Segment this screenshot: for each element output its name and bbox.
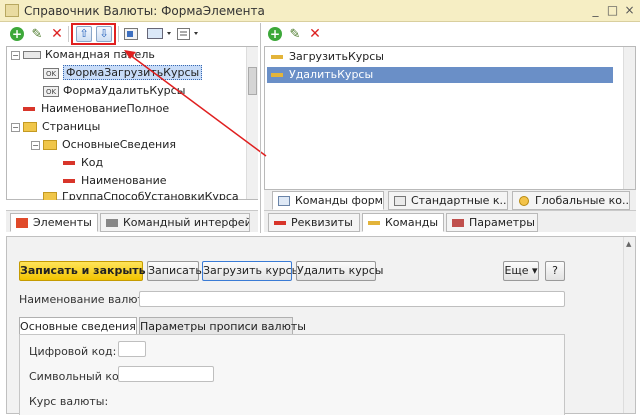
save-button[interactable]: Записать <box>147 261 202 281</box>
help-button[interactable]: ? <box>545 261 565 281</box>
currency-name-label: Наименование валюты: <box>19 293 157 306</box>
digit-code-label: Цифровой код: <box>29 345 117 358</box>
pane-divider[interactable] <box>260 23 261 233</box>
digit-code-input[interactable] <box>118 341 146 357</box>
save-and-close-button[interactable]: Записать и закрыть <box>19 261 146 281</box>
chevron-down-icon: ▾ <box>528 264 538 277</box>
symbol-code-label: Символьный код: <box>29 370 131 383</box>
load-rates-button[interactable]: Загрузить курсы <box>202 261 300 281</box>
tab-main-info[interactable]: Основные сведения <box>19 317 137 335</box>
currency-name-input[interactable] <box>139 291 565 307</box>
more-button[interactable]: Еще ▾ <box>503 261 539 281</box>
delete-rates-button[interactable]: Удалить курсы <box>296 261 384 281</box>
symbol-code-input[interactable] <box>118 366 214 382</box>
form-scrollbar[interactable]: ▲ <box>623 237 635 413</box>
form-preview: Записать и закрыть Записать Загрузить ку… <box>6 236 636 415</box>
currency-rate-label: Курс валюты: <box>29 395 109 408</box>
tab-currency-spelling[interactable]: Параметры прописи валюты <box>139 317 306 335</box>
scroll-up-icon[interactable]: ▲ <box>626 240 631 248</box>
